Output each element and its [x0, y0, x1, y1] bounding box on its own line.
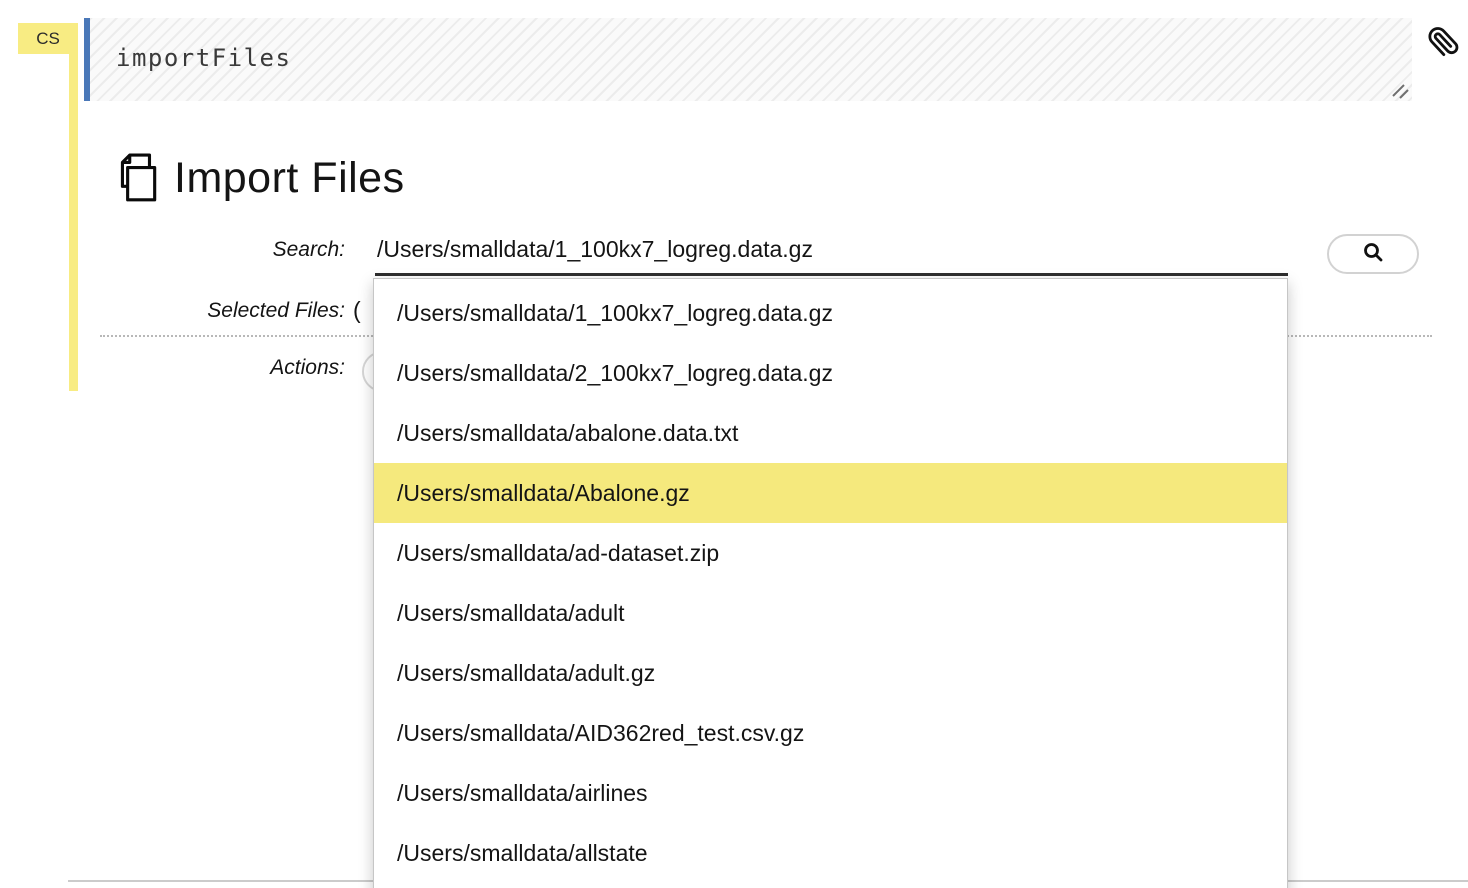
- search-label: Search:: [0, 238, 345, 262]
- flow-notebook: CS importFiles Import Files Search: Sele…: [0, 0, 1468, 888]
- dropdown-item[interactable]: /Users/smalldata/adult: [374, 583, 1287, 643]
- cell-execution-bar: [69, 23, 78, 391]
- dropdown-item[interactable]: /Users/smalldata/ad-dataset.zip: [374, 523, 1287, 583]
- dropdown-item[interactable]: /Users/smalldata/Abalone.gz: [374, 463, 1287, 523]
- dropdown-item[interactable]: /Users/smalldata/AID362red_test.csv.gz: [374, 703, 1287, 763]
- cell-type-badge: CS: [18, 23, 78, 54]
- dropdown-item[interactable]: /Users/smalldata/abalone.data.txt: [374, 403, 1287, 463]
- page-heading: Import Files: [112, 152, 405, 204]
- actions-label: Actions:: [0, 356, 345, 380]
- file-suggestions-dropdown: /Users/smalldata/1_100kx7_logreg.data.gz…: [373, 278, 1288, 888]
- code-editor[interactable]: importFiles: [84, 18, 1412, 101]
- search-icon: [1361, 240, 1385, 269]
- dropdown-item[interactable]: /Users/smalldata/2_100kx7_logreg.data.gz: [374, 343, 1287, 403]
- search-input[interactable]: [375, 231, 1288, 276]
- dropdown-item[interactable]: /Users/smalldata/airlines: [374, 763, 1287, 823]
- code-text[interactable]: importFiles: [116, 44, 291, 72]
- resize-handle-icon[interactable]: [1390, 82, 1410, 100]
- page-title: Import Files: [174, 154, 405, 203]
- dropdown-list: /Users/smalldata/1_100kx7_logreg.data.gz…: [374, 283, 1287, 883]
- selected-files-label: Selected Files:: [0, 299, 345, 323]
- selected-files-value: (: [353, 297, 361, 324]
- dropdown-item[interactable]: /Users/smalldata/allstate: [374, 823, 1287, 883]
- dropdown-item[interactable]: /Users/smalldata/adult.gz: [374, 643, 1287, 703]
- paperclip-icon[interactable]: [1427, 26, 1459, 60]
- search-button[interactable]: [1327, 234, 1419, 274]
- files-icon: [112, 152, 162, 204]
- dropdown-item[interactable]: /Users/smalldata/1_100kx7_logreg.data.gz: [374, 283, 1287, 343]
